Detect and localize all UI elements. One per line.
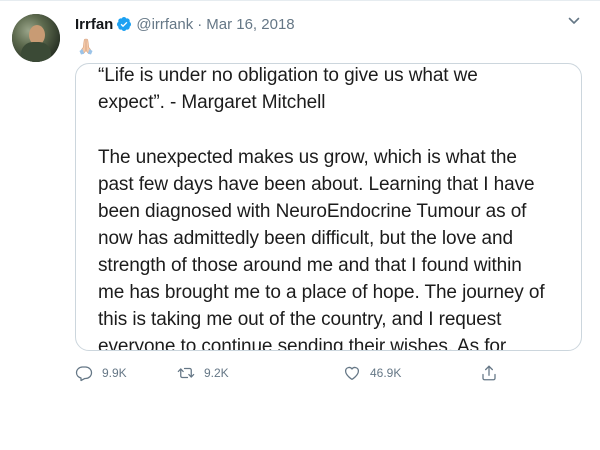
folded-hands-emoji-icon	[76, 37, 96, 55]
tweet-actions: 9.9K 9.2K 46.9K	[75, 362, 505, 384]
body-line: now has admittedly been difficult, but t…	[98, 228, 513, 249]
divider	[0, 0, 600, 1]
body-line: strength of those around me and that I f…	[98, 255, 522, 276]
body-line: me has brought me to a place of hope. Th…	[98, 282, 545, 303]
tweet-header: Irrfan @irrfank · Mar 16, 2018	[75, 14, 295, 34]
body-line: been diagnosed with NeuroEndocrine Tumou…	[98, 201, 527, 222]
share-button[interactable]	[480, 362, 498, 384]
verified-badge-icon	[116, 16, 132, 32]
body-line: this is taking me out of the country, an…	[98, 309, 502, 330]
heart-icon	[344, 366, 360, 381]
body-line: The unexpected makes us grow, which is w…	[98, 147, 517, 168]
like-count: 46.9K	[370, 366, 402, 380]
body-line: everyone to continue sending their wishe…	[98, 336, 507, 351]
reply-icon	[75, 366, 93, 382]
retweet-icon	[177, 367, 195, 379]
quote-text: “Life is under no obligation to give us …	[98, 64, 568, 351]
avatar[interactable]	[12, 14, 60, 62]
like-button[interactable]: 46.9K	[343, 362, 401, 384]
retweet-count: 9.2K	[204, 366, 229, 380]
reply-count: 9.9K	[102, 366, 127, 380]
share-icon	[482, 365, 496, 381]
body-line: past few days have been about. Learning …	[98, 174, 535, 195]
tweet-date[interactable]: Mar 16, 2018	[206, 16, 294, 33]
author-name[interactable]: Irrfan	[75, 16, 113, 33]
quote-image-card[interactable]: “Life is under no obligation to give us …	[75, 63, 582, 351]
quote-line: expect”. - Margaret Mitchell	[98, 92, 326, 113]
retweet-button[interactable]: 9.2K	[177, 362, 229, 384]
author-handle[interactable]: @irrfank	[136, 16, 193, 33]
chevron-down-icon[interactable]	[567, 14, 581, 28]
tweet[interactable]: Irrfan @irrfank · Mar 16, 2018 “Life is …	[0, 0, 600, 395]
quote-line: “Life is under no obligation to give us …	[98, 65, 478, 86]
separator-dot: ·	[197, 15, 203, 33]
reply-button[interactable]: 9.9K	[75, 362, 127, 384]
